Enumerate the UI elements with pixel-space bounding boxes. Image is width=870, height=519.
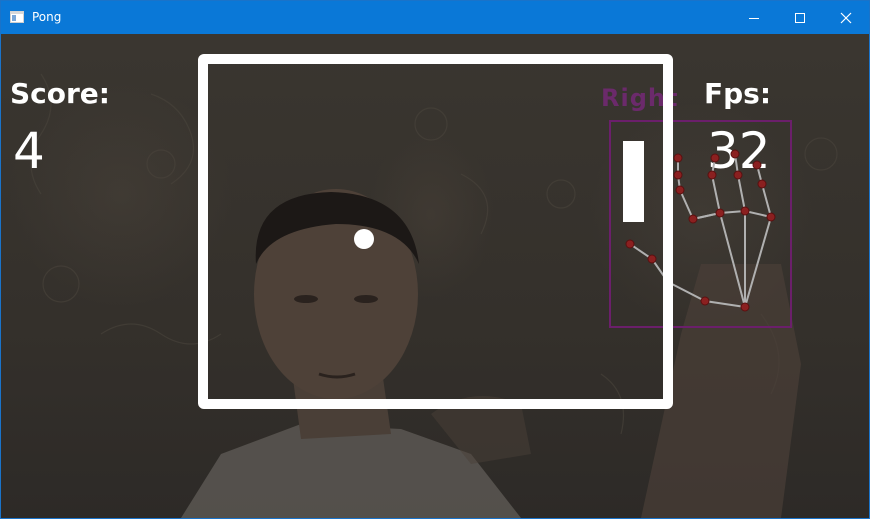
pong-field bbox=[198, 54, 673, 409]
maximize-button[interactable] bbox=[777, 1, 823, 34]
close-icon bbox=[840, 12, 852, 23]
pong-ball bbox=[354, 229, 374, 249]
close-button[interactable] bbox=[823, 1, 869, 34]
player-paddle bbox=[623, 141, 644, 222]
app-window: Pong Score: 4 Fps: 32 Right bbox=[0, 0, 870, 519]
window-title: Pong bbox=[32, 10, 62, 24]
camera-feed: Score: 4 Fps: 32 Right bbox=[1, 34, 869, 518]
maximize-icon bbox=[795, 12, 805, 23]
title-bar[interactable]: Pong bbox=[1, 1, 869, 34]
minimize-button[interactable] bbox=[731, 1, 777, 34]
window-app-icon bbox=[10, 11, 24, 23]
minimize-icon bbox=[749, 17, 759, 19]
